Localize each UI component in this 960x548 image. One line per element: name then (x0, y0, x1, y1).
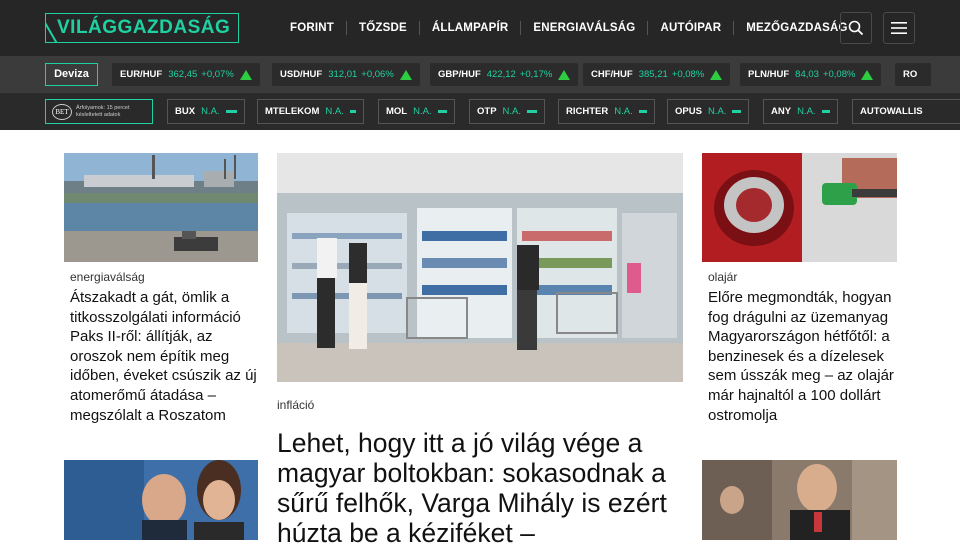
deviza-button[interactable]: Deviza (45, 63, 98, 86)
people-portrait-image (64, 460, 258, 540)
fx-change: +0,08% (671, 69, 705, 80)
article-category[interactable]: infláció (277, 398, 314, 412)
stock-item-autowallis[interactable]: AUTOWALLIS (852, 99, 960, 124)
up-arrow-icon (239, 69, 252, 80)
article-image-bottom-left[interactable] (64, 460, 258, 540)
flat-indicator-icon (349, 110, 356, 113)
stock-item-any[interactable]: ANY N.A. (763, 99, 838, 124)
stock-value: N.A. (201, 106, 220, 117)
stock-value: N.A. (325, 106, 344, 117)
stock-name: OPUS (675, 106, 702, 117)
stock-item-mtelekom[interactable]: MTELEKOM N.A. (257, 99, 364, 124)
supermarket-image (277, 153, 683, 382)
fx-pair: PLN/HUF (748, 69, 790, 80)
stock-value: N.A. (502, 106, 522, 117)
stock-value: N.A. (413, 106, 432, 117)
stock-item-richter[interactable]: RICHTER N.A. (558, 99, 655, 124)
article-category[interactable]: energiaválság (70, 270, 145, 284)
fx-change: +0,07% (201, 69, 234, 80)
fx-change: +0,17% (519, 69, 553, 80)
article-title[interactable]: Előre megmondták, hogyan fog drágulni az… (708, 288, 898, 425)
nav-item-tozsde[interactable]: TŐZSDE (347, 21, 420, 35)
flat-indicator-icon (638, 110, 647, 113)
stock-value: N.A. (707, 106, 727, 117)
fx-pair: RO (903, 69, 918, 80)
fx-change: +0,08% (822, 69, 856, 80)
fx-pair: GBP/HUF (438, 69, 481, 80)
menu-button[interactable] (883, 12, 915, 44)
nav-item-allampapir[interactable]: ÁLLAMPAPÍR (420, 21, 522, 35)
fx-change: +0,06% (361, 69, 394, 80)
fx-item-gbphuf[interactable]: GBP/HUF 422,12 +0,17% (430, 63, 579, 86)
site-logo[interactable]: VILÁGGAZDASÁG (45, 13, 239, 43)
up-arrow-icon (861, 69, 874, 80)
flat-indicator-icon (732, 110, 741, 113)
fx-item-usdhuf[interactable]: USD/HUF 312,01 +0,06% (272, 63, 420, 86)
stock-ticker: BET Árfolyamok: 15 percet késleltetett a… (0, 93, 960, 130)
top-header: VILÁGGAZDASÁG FORINT TŐZSDE ÁLLAMPAPÍR E… (0, 0, 960, 56)
search-button[interactable] (840, 12, 872, 44)
currency-ticker: Deviza EUR/HUF 362,45 +0,07% USD/HUF 312… (0, 56, 960, 93)
article-image-olajar[interactable] (702, 153, 897, 262)
stock-name: BUX (175, 106, 196, 117)
bet-logo: BET (52, 103, 72, 120)
construction-site-image (64, 153, 258, 262)
lead-article-title[interactable]: Lehet, hogy itt a jó világ vége a magyar… (277, 428, 682, 548)
fx-value: 312,01 (328, 69, 358, 80)
bet-badge[interactable]: BET Árfolyamok: 15 percet késleltetett a… (45, 99, 153, 124)
fx-pair: EUR/HUF (120, 69, 163, 80)
fx-value: 362,45 (168, 69, 198, 80)
stock-name: MTELEKOM (265, 106, 320, 117)
fx-value: 385,21 (638, 69, 668, 80)
stock-name: RICHTER (566, 106, 609, 117)
fx-item-plnhuf[interactable]: PLN/HUF 84,03 +0,08% (740, 63, 882, 86)
fx-pair: USD/HUF (280, 69, 323, 80)
stock-name: AUTOWALLIS (860, 106, 923, 117)
stock-value: N.A. (797, 106, 816, 117)
article-image-bottom-right[interactable] (702, 460, 897, 540)
main-nav: FORINT TŐZSDE ÁLLAMPAPÍR ENERGIAVÁLSÁG A… (278, 0, 860, 56)
fx-pair: CHF/HUF (591, 69, 633, 80)
flat-indicator-icon (437, 110, 447, 113)
up-arrow-icon (710, 69, 723, 80)
fx-item-eurhuf[interactable]: EUR/HUF 362,45 +0,07% (112, 63, 260, 86)
article-category[interactable]: olajár (708, 270, 737, 284)
stock-item-opus[interactable]: OPUS N.A. (667, 99, 749, 124)
stock-name: OTP (477, 106, 497, 117)
up-arrow-icon (399, 69, 412, 80)
bet-delay-note: Árfolyamok: 15 percet késleltetett adato… (76, 104, 130, 118)
stock-name: MOL (386, 106, 408, 117)
flat-indicator-icon (225, 110, 237, 113)
stock-item-mol[interactable]: MOL N.A. (378, 99, 455, 124)
nav-item-energiavalsag[interactable]: ENERGIAVÁLSÁG (521, 21, 649, 35)
flat-indicator-icon (527, 110, 537, 113)
stock-value: N.A. (614, 106, 633, 117)
nav-item-autoipar[interactable]: AUTÓIPAR (648, 21, 735, 35)
fx-item-ro[interactable]: RO (895, 63, 932, 86)
fuel-pump-image (702, 153, 897, 262)
hamburger-menu-icon (891, 22, 907, 34)
article-title[interactable]: Átszakadt a gát, ömlik a titkosszolgálat… (70, 288, 260, 425)
fx-value: 422,12 (486, 69, 516, 80)
flat-indicator-icon (821, 110, 830, 113)
up-arrow-icon (558, 69, 571, 80)
search-icon (848, 20, 864, 36)
nav-item-forint[interactable]: FORINT (278, 21, 347, 35)
article-image-paks[interactable] (64, 153, 258, 262)
fx-value: 84,03 (795, 69, 819, 80)
stock-item-otp[interactable]: OTP N.A. (469, 99, 545, 124)
speaker-photo-image (702, 460, 897, 540)
stock-name: ANY (771, 106, 792, 117)
article-image-lead[interactable] (277, 153, 683, 382)
stock-item-bux[interactable]: BUX N.A. (167, 99, 245, 124)
fx-item-chfhuf[interactable]: CHF/HUF 385,21 +0,08% (583, 63, 731, 86)
